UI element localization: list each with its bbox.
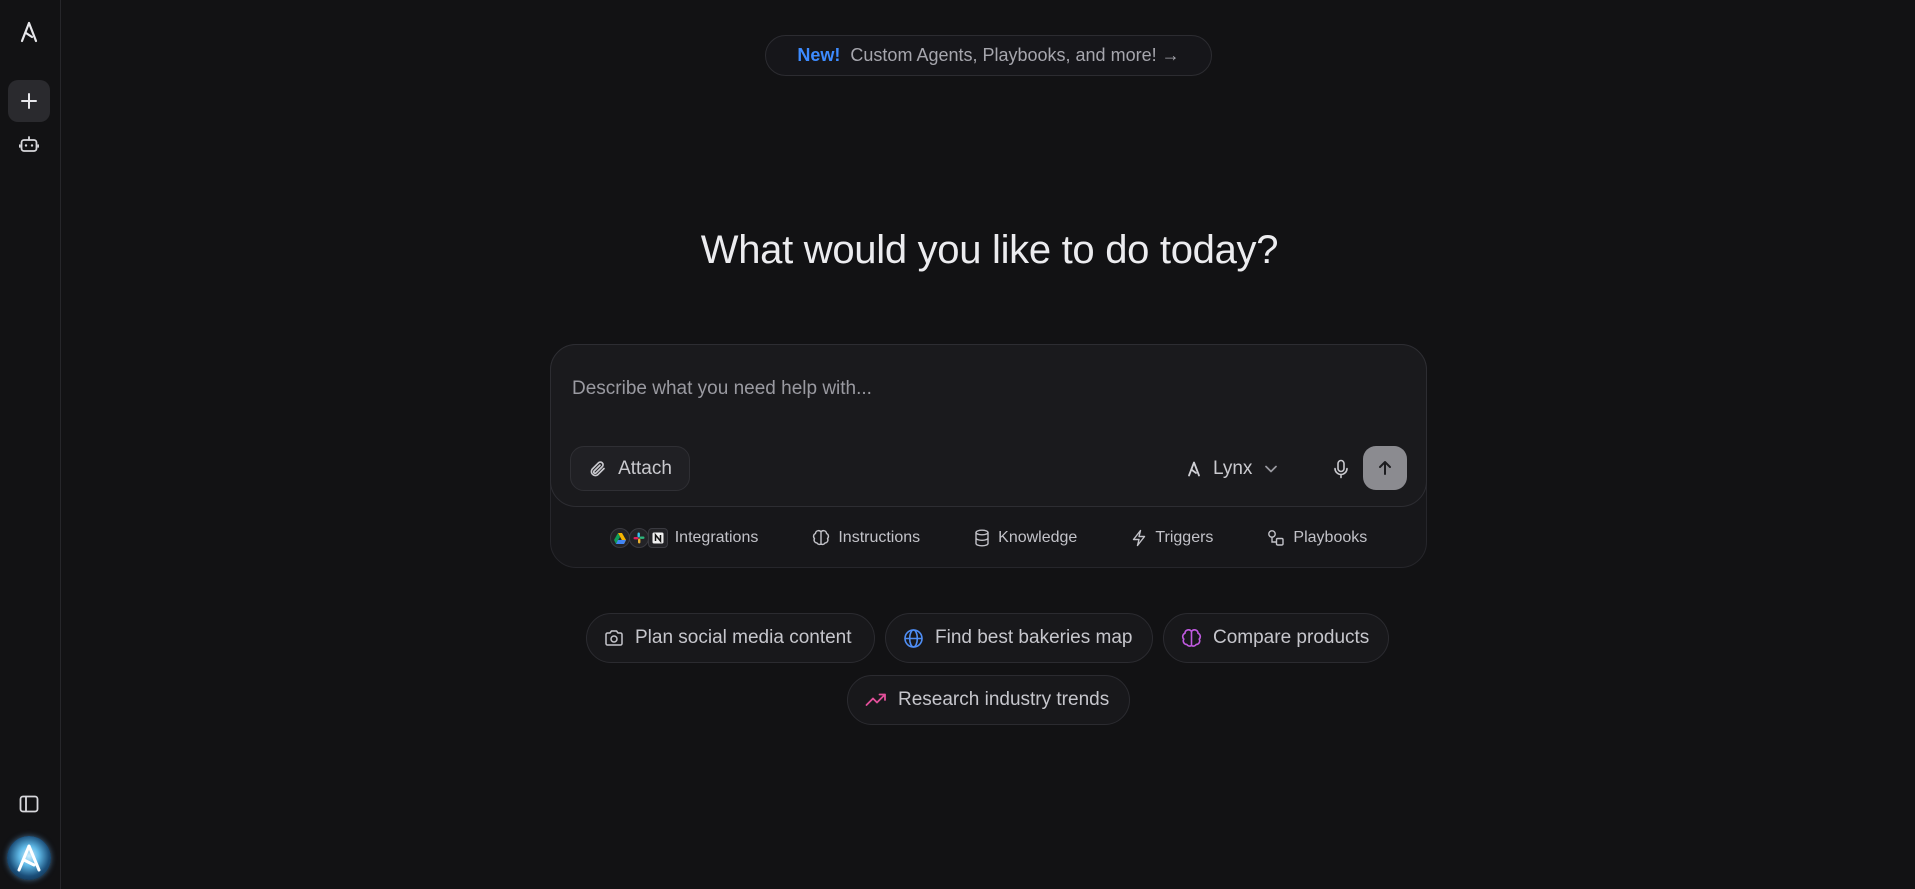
instructions-label: Instructions (838, 529, 921, 546)
microphone-icon (1334, 459, 1348, 479)
suggestion-chip[interactable]: Plan social media content (586, 613, 875, 663)
page-title: What would you like to do today? (700, 228, 1279, 272)
banner-text: Custom Agents, Playbooks, and more! → (850, 45, 1180, 65)
instructions-button[interactable]: Instructions (812, 529, 920, 547)
suggestion-chip[interactable]: Find best bakeries map (885, 613, 1153, 663)
lightning-icon (1133, 529, 1146, 547)
logo-icon (20, 21, 38, 43)
globe-icon (904, 628, 923, 648)
brain-outline-icon (813, 529, 830, 546)
chevron-down-icon (1265, 465, 1278, 473)
integration-icons (609, 528, 668, 548)
attach-button[interactable]: Attach (570, 446, 690, 491)
integrations-button[interactable]: Integrations (609, 528, 759, 548)
shapes-icon (1268, 530, 1285, 546)
toggle-sidebar-button[interactable] (8, 783, 50, 825)
new-chat-button[interactable] (8, 80, 50, 122)
send-button[interactable] (1363, 446, 1407, 490)
suggestion-label: Compare products (1213, 627, 1370, 648)
agents-button[interactable] (8, 123, 50, 165)
app-root: New! Custom Agents, Playbooks, and more!… (0, 0, 1915, 889)
bot-icon (19, 136, 39, 152)
suggestion-chip[interactable]: Compare products (1163, 613, 1389, 663)
suggestion-chip[interactable]: Research industry trends (847, 675, 1130, 725)
plus-icon (21, 93, 37, 109)
model-selector[interactable]: Lynx (1179, 449, 1299, 489)
notion-icon (647, 528, 668, 548)
voice-input-button[interactable] (1321, 449, 1361, 489)
arrow-up-icon (1379, 461, 1391, 475)
triggers-button[interactable]: Triggers (1131, 529, 1213, 547)
slack-icon (628, 528, 649, 548)
attach-label: Attach (618, 457, 672, 479)
suggestion-label: Research industry trends (898, 689, 1110, 710)
prompt-input[interactable] (572, 378, 1392, 400)
google-drive-icon (609, 528, 630, 548)
composer: Attach Lynx (550, 344, 1427, 507)
knowledge-label: Knowledge (998, 529, 1078, 546)
camera-icon (605, 630, 623, 646)
database-icon (975, 529, 989, 547)
avatar-logo-icon (17, 844, 41, 872)
model-logo-icon (1188, 461, 1200, 477)
sidebar-panel-icon (19, 795, 39, 813)
composer-toolbar: Integrations Instructions Knowledge Trig… (550, 518, 1427, 558)
knowledge-button[interactable]: Knowledge (974, 529, 1077, 547)
triggers-label: Triggers (1155, 529, 1214, 546)
banner-new-tag: New! (797, 45, 841, 65)
integrations-label: Integrations (674, 529, 759, 546)
app-logo[interactable] (8, 11, 50, 53)
user-avatar[interactable] (7, 836, 51, 880)
playbooks-label: Playbooks (1293, 529, 1368, 546)
trending-up-icon (865, 693, 886, 706)
announcement-banner[interactable]: New! Custom Agents, Playbooks, and more!… (765, 35, 1212, 76)
model-label: Lynx (1213, 458, 1253, 479)
playbooks-button[interactable]: Playbooks (1267, 529, 1367, 547)
suggestion-label: Plan social media content (635, 627, 852, 648)
paperclip-icon (590, 460, 605, 476)
brain-icon (1181, 628, 1202, 647)
suggestion-label: Find best bakeries map (935, 627, 1133, 648)
sidebar (0, 0, 61, 889)
